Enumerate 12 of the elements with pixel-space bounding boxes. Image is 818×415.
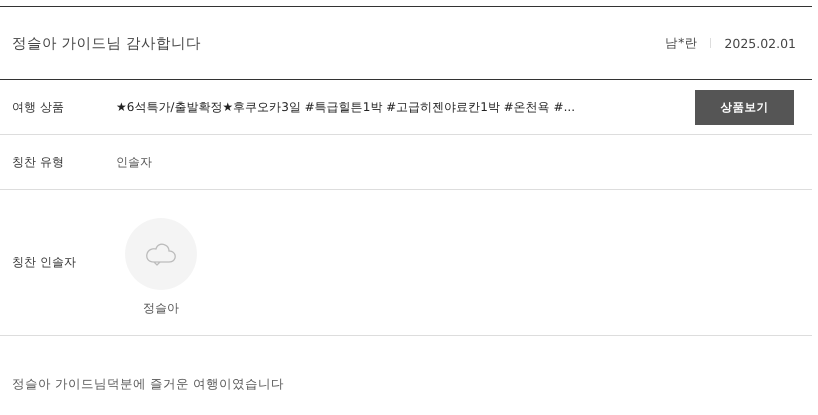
row-label: 칭찬 유형	[12, 154, 65, 170]
review-date: 2025.02.01	[724, 36, 796, 50]
row-label: 칭찬 인솔자	[12, 254, 77, 271]
row-label: 여행 상품	[12, 98, 65, 116]
review-title: 정슬아 가이드님 감사합니다	[12, 34, 202, 52]
view-product-button[interactable]: 상품보기	[695, 90, 794, 124]
praise-type-value: 인솔자	[116, 154, 152, 170]
cloud-icon	[144, 242, 178, 266]
review-body: 정슬아 가이드님덕분에 즐거운 여행이였습니다	[11, 375, 285, 393]
product-name: ★6석특가/출발확정★후쿠오카3일 #특급힐튼1박 #고급히젠야료칸1박 #온천욕 #...	[116, 98, 576, 116]
guide-name: 정슬아	[143, 300, 179, 317]
author-name: 남*란	[665, 34, 698, 52]
